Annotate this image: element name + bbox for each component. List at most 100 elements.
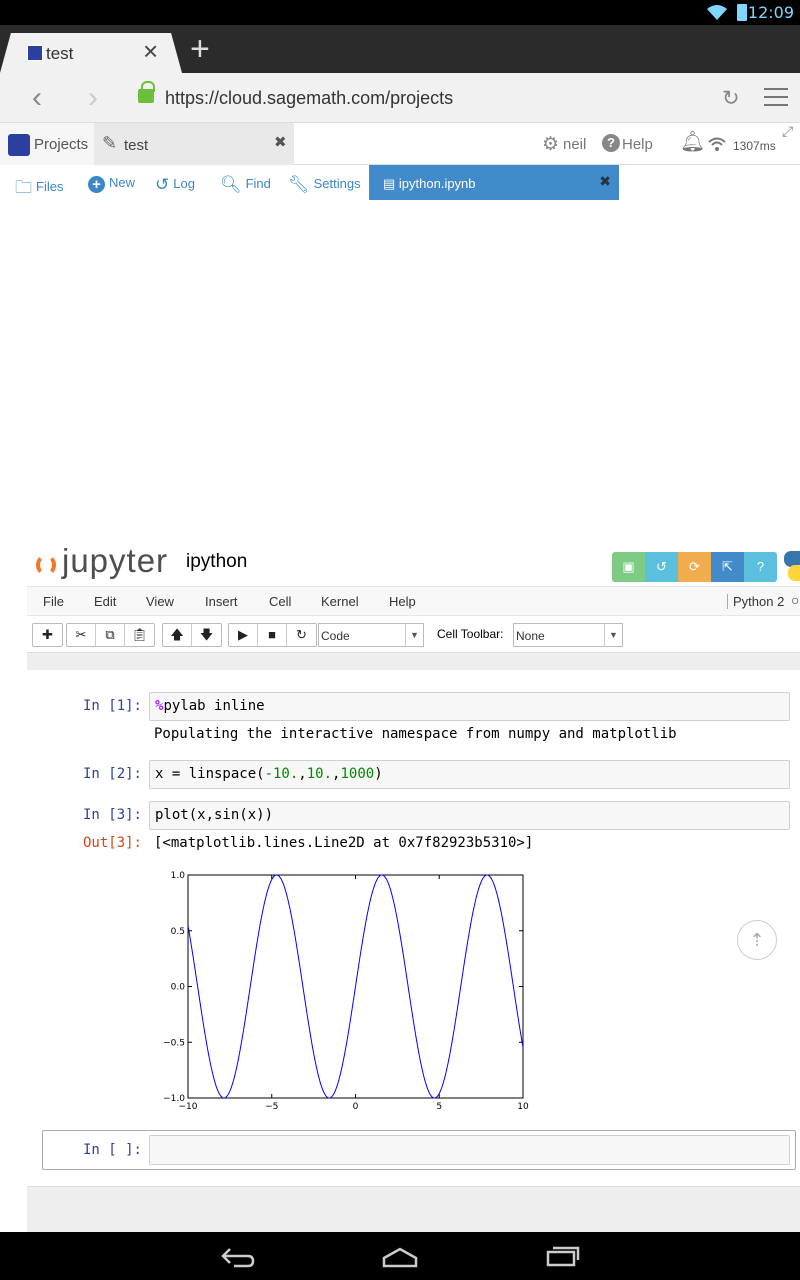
files-label: Files — [36, 179, 64, 194]
x-tick-label: 0 — [353, 1102, 359, 1112]
project-tab[interactable]: ✎ test ✖ — [94, 123, 294, 165]
smc-logo-icon — [8, 134, 30, 156]
close-project-icon[interactable]: ✖ — [274, 133, 287, 151]
settings-label: Settings — [313, 176, 361, 191]
paste-icon[interactable]: 📋︎ — [125, 624, 154, 646]
insert-cell-icon[interactable]: ✚ — [33, 624, 62, 646]
restart-icon[interactable]: ⟳ — [678, 552, 711, 582]
stop-icon[interactable]: ■ — [258, 624, 287, 646]
save-icon[interactable]: ▣ — [612, 552, 645, 582]
code-number: 10. — [306, 766, 333, 782]
y-tick-label: 0.0 — [171, 983, 186, 993]
menu-help[interactable]: Help — [389, 594, 416, 609]
menu-kernel[interactable]: Kernel — [321, 594, 359, 609]
share-icon[interactable]: ⇱ — [711, 552, 744, 582]
cell-toolbar-select[interactable]: None ▼ — [513, 623, 623, 647]
jupyter-menubar: File Edit View Insert Cell Kernel Help P… — [27, 586, 800, 616]
x-tick-label: 10 — [517, 1102, 529, 1112]
nav-recents-icon[interactable] — [546, 1244, 580, 1268]
cell-toolbar-label: Cell Toolbar: — [437, 627, 504, 641]
reload-icon[interactable]: ↻ — [722, 86, 740, 111]
y-tick-label: −0.5 — [163, 1038, 185, 1048]
projects-button[interactable]: Projects — [0, 123, 94, 165]
user-link[interactable]: neil — [563, 136, 586, 153]
revert-icon[interactable]: ↺ — [645, 552, 678, 582]
lock-icon — [138, 81, 155, 103]
move-down-icon[interactable]: 🡇 — [192, 624, 221, 646]
close-tab-icon[interactable]: × — [143, 38, 158, 64]
new-tab-icon[interactable]: + — [190, 32, 210, 66]
folder-icon: 🗀︎ — [15, 178, 32, 197]
restart-kernel-icon[interactable]: ↻ — [287, 624, 316, 646]
jupyter-logo-text: jupyter — [62, 542, 169, 579]
menu-icon[interactable] — [764, 84, 788, 110]
help-icon[interactable]: ? — [602, 134, 620, 152]
files-button[interactable]: 🗀︎ Files — [15, 175, 63, 204]
android-status-bar: 12:09 — [0, 0, 800, 25]
menu-file[interactable]: File — [43, 594, 64, 609]
edit-icon: ✎ — [102, 133, 118, 153]
close-file-icon[interactable]: ✖ — [599, 173, 611, 190]
chevron-down-icon: ▼ — [405, 624, 423, 646]
new-label: New — [109, 175, 136, 190]
projects-label: Projects — [34, 136, 89, 153]
y-tick-label: 0.5 — [171, 927, 185, 937]
wrench-icon: 🔧︎ — [288, 175, 310, 194]
toolbar-group-edit: ✂ ⧉ 📋︎ — [66, 623, 155, 647]
menu-view[interactable]: View — [146, 594, 174, 609]
scroll-up-button[interactable]: ⇡ — [737, 920, 777, 960]
bell-icon[interactable]: 🔔︎ — [680, 129, 705, 154]
notebook-name[interactable]: ipython — [186, 551, 247, 573]
menu-edit[interactable]: Edit — [94, 594, 116, 609]
url-field[interactable]: https://cloud.sagemath.com/projects — [165, 88, 453, 109]
open-file-tab[interactable]: ▤ ipython.ipynb ✖ — [369, 165, 619, 200]
code-text: pylab inline — [163, 698, 265, 714]
history-icon: ↺ — [155, 175, 170, 194]
code-cell-input[interactable]: plot(x,sin(x)) — [149, 801, 790, 830]
input-prompt: In [2]: — [82, 766, 142, 782]
jupyter-toolbar: ✚ ✂ ⧉ 📋︎ 🡅 🡇 ▶ ■ ↻ Code ▼ Cell Toolbar: … — [27, 618, 800, 652]
code-cell-input[interactable] — [149, 1135, 790, 1165]
menu-cell[interactable]: Cell — [269, 594, 291, 609]
favicon-icon — [27, 45, 43, 61]
cell-type-select[interactable]: Code ▼ — [318, 623, 424, 647]
code-text: ) — [374, 766, 383, 782]
log-label: Log — [173, 176, 195, 191]
menu-insert[interactable]: Insert — [205, 594, 238, 609]
kernel-indicator: Python 2 — [727, 594, 784, 609]
cut-icon[interactable]: ✂ — [67, 624, 96, 646]
wifi-icon — [707, 5, 727, 20]
settings-button[interactable]: 🔧︎ Settings — [288, 175, 361, 195]
new-button[interactable]: + New — [88, 175, 135, 193]
code-number: -10. — [264, 766, 299, 782]
fullscreen-icon[interactable]: ⤢ — [782, 123, 793, 140]
nav-back-icon[interactable] — [220, 1246, 256, 1268]
code-text: plot(x,sin(x)) — [155, 807, 274, 823]
jupyter-logo-icon — [36, 554, 56, 576]
y-tick-label: −1.0 — [163, 1094, 185, 1104]
forward-icon[interactable]: › — [88, 81, 98, 115]
log-button[interactable]: ↺ Log — [155, 175, 195, 195]
cell-output: [<matplotlib.lines.Line2D at 0x7f82923b5… — [154, 835, 534, 851]
move-up-icon[interactable]: 🡅 — [163, 624, 192, 646]
code-number: 1000 — [340, 766, 375, 782]
code-cell-input[interactable]: %pylab inline — [149, 692, 790, 721]
project-tab-label: test — [124, 137, 149, 154]
copy-icon[interactable]: ⧉ — [96, 624, 125, 646]
nav-home-icon[interactable] — [382, 1246, 418, 1268]
toolbar-group-run: ▶ ■ ↻ — [228, 623, 317, 647]
gear-icon[interactable]: ⚙ — [542, 133, 559, 156]
ping-readout: 1307ms — [733, 139, 776, 153]
find-button[interactable]: 🔍︎ Find — [220, 175, 271, 195]
browser-tab[interactable]: test × — [0, 33, 182, 73]
smc-top-bar: Projects ✎ test ✖ ⚙ neil ? Help 🔔︎ 1307m… — [0, 123, 800, 165]
project-toolbar: 🗀︎ Files + New ↺ Log 🔍︎ Find 🔧︎ Settings ▤ ip… — [0, 165, 800, 201]
info-icon[interactable]: ? — [744, 552, 777, 582]
run-icon[interactable]: ▶ — [229, 624, 258, 646]
input-prompt: In [3]: — [82, 807, 142, 823]
code-text: , — [298, 766, 307, 782]
code-cell-input[interactable]: x = linspace(-10.,10.,1000) — [149, 760, 790, 789]
back-icon[interactable]: ‹ — [32, 81, 42, 115]
help-link[interactable]: Help — [622, 136, 653, 153]
open-file-label: ▤ ipython.ipynb — [383, 176, 476, 191]
